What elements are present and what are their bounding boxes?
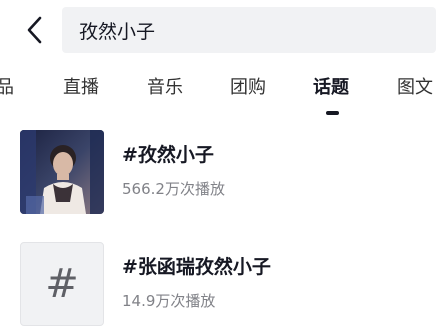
tab-music[interactable]: 音乐 (147, 76, 183, 100)
back-button[interactable] (18, 12, 54, 48)
hashtag-icon: # (45, 261, 79, 307)
concert-photo-image (20, 130, 104, 214)
tab-topics[interactable]: 话题 (313, 76, 349, 100)
chevron-left-icon (27, 16, 42, 44)
topic-title: #张函瑞孜然小子 (122, 256, 271, 278)
tab-products[interactable]: 品 (0, 76, 14, 100)
topic-result-item[interactable]: # #张函瑞孜然小子 14.9万次播放 (0, 240, 436, 330)
search-box[interactable] (62, 7, 436, 53)
topic-title: #孜然小子 (122, 144, 214, 166)
tab-group-buy[interactable]: 团购 (230, 76, 266, 100)
topic-play-count: 14.9万次播放 (122, 292, 216, 310)
search-input[interactable] (79, 19, 436, 41)
topic-play-count: 566.2万次播放 (122, 180, 225, 198)
tab-image-text[interactable]: 图文 (397, 76, 433, 100)
topic-result-item[interactable]: #孜然小子 566.2万次播放 (0, 128, 436, 218)
topic-thumbnail (20, 130, 104, 214)
search-bar (0, 0, 436, 62)
hashtag-thumbnail: # (20, 242, 104, 326)
tab-live[interactable]: 直播 (63, 76, 99, 100)
category-tabs: 品 直播 音乐 团购 话题 图文 (0, 70, 436, 115)
active-tab-indicator (326, 111, 339, 115)
